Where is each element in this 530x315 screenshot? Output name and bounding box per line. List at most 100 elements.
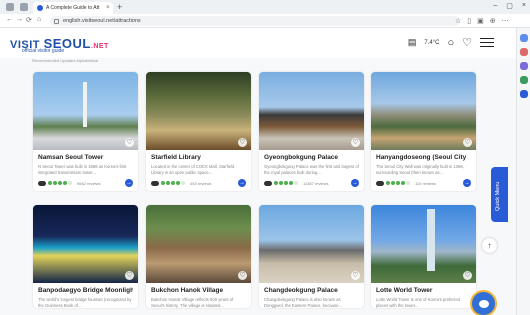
- favorite-heart-icon[interactable]: ♡: [238, 138, 247, 147]
- arrow-right-icon[interactable]: →: [351, 179, 359, 187]
- logo-net: .NET: [90, 43, 109, 50]
- attraction-title[interactable]: Bukchon Hanok Village: [151, 287, 246, 294]
- attraction-photo[interactable]: ♡: [33, 72, 138, 150]
- rating-bubble: [53, 181, 57, 185]
- heart-icon[interactable]: ♡: [462, 36, 472, 49]
- rating-bubble: [58, 181, 62, 185]
- favorite-heart-icon[interactable]: ♡: [463, 138, 472, 147]
- menu-icon[interactable]: [480, 38, 494, 47]
- quick-menu-label: Quick Menu: [495, 181, 501, 211]
- tools-sidebar-icon[interactable]: [519, 62, 528, 70]
- rating-bubble: [181, 181, 185, 185]
- scroll-to-top-button[interactable]: ↑: [482, 238, 497, 253]
- favorite-heart-icon[interactable]: ♡: [351, 271, 360, 280]
- browser-toolbar: ☆ ▯ ▣ ⊕ ⋯: [455, 17, 509, 25]
- attraction-title[interactable]: Namsan Seoul Tower: [38, 154, 133, 161]
- quick-menu-button[interactable]: Quick Menu: [491, 167, 508, 222]
- rating-bubble: [289, 181, 293, 185]
- sort-filter-bar[interactable]: Recommended Updated Alphabetical: [32, 58, 482, 64]
- attraction-photo[interactable]: ♡: [259, 72, 364, 150]
- attraction-description: Located in the center of COEX Mall, Star…: [151, 164, 235, 175]
- home-button[interactable]: ⌂: [37, 16, 41, 23]
- attraction-photo[interactable]: ♡: [146, 72, 251, 150]
- attraction-photo[interactable]: ♡: [259, 205, 364, 283]
- rating-bubble: [294, 181, 298, 185]
- minimize-button[interactable]: –: [493, 2, 497, 10]
- shopping-sidebar-icon[interactable]: [519, 48, 528, 56]
- rating-bubble: [48, 181, 52, 185]
- attraction-description: The world's longest bridge fountain (rec…: [38, 297, 132, 308]
- favorite-heart-icon[interactable]: ♡: [351, 138, 360, 147]
- calendar-sidebar-icon[interactable]: [519, 76, 528, 84]
- favorite-heart-icon[interactable]: ♡: [238, 271, 247, 280]
- tab-title: A Complete Guide to Att: [46, 5, 100, 11]
- review-count: 9662 reviews: [77, 180, 101, 186]
- browser-tab[interactable]: A Complete Guide to Att ×: [33, 2, 113, 14]
- extensions-icon[interactable]: ⊕: [490, 17, 496, 25]
- arrow-right-icon[interactable]: →: [125, 179, 133, 187]
- attraction-title[interactable]: Starfield Library: [151, 154, 246, 161]
- browser-sidebar: [516, 28, 530, 315]
- attraction-photo[interactable]: ♡: [371, 205, 476, 283]
- favorite-heart-icon[interactable]: ♡: [125, 271, 134, 280]
- attraction-card[interactable]: ♡ Gyeongbokgung Palace Gyeongbokgung Palac…: [259, 72, 364, 191]
- close-window-button[interactable]: ×: [522, 2, 526, 10]
- attraction-photo[interactable]: ♡: [371, 72, 476, 150]
- forward-button[interactable]: →: [16, 16, 23, 23]
- rating-bubble: [171, 181, 175, 185]
- profile-icon[interactable]: [6, 3, 14, 11]
- search-icon[interactable]: ○: [447, 37, 454, 49]
- lock-icon: [54, 18, 59, 24]
- collections-icon[interactable]: ▣: [477, 17, 484, 25]
- favorite-star-icon[interactable]: ☆: [455, 17, 461, 25]
- rating-bubble: [161, 181, 165, 185]
- favorite-heart-icon[interactable]: ♡: [463, 271, 472, 280]
- attraction-description: Bukchon Hanok Village reflects 600 years…: [151, 297, 234, 308]
- arrow-right-icon[interactable]: →: [463, 179, 471, 187]
- refresh-button[interactable]: ⟳: [26, 16, 32, 24]
- arrow-right-icon[interactable]: →: [238, 179, 246, 187]
- rating-bubble: [406, 181, 410, 185]
- more-icon[interactable]: ⋯: [502, 17, 509, 25]
- rating-bubble: [396, 181, 400, 185]
- attraction-card[interactable]: ♡ Namsan Seoul Tower N Seoul Tower was bui…: [33, 72, 138, 191]
- site-header: VISIT SEOUL.NET official visitor guide ▤…: [0, 28, 516, 58]
- search-sidebar-icon[interactable]: [519, 34, 528, 42]
- site-favicon-icon: [37, 5, 43, 11]
- rating-row: 11387 reviews →: [264, 179, 359, 187]
- url-input[interactable]: english.visitseoul.net/attractions: [50, 16, 460, 26]
- attraction-title[interactable]: Banpodaegyo Bridge Moonligh: [38, 287, 133, 294]
- workspaces-icon[interactable]: [20, 3, 28, 11]
- url-text: english.visitseoul.net/attractions: [63, 18, 141, 24]
- attraction-photo[interactable]: ♡: [33, 205, 138, 283]
- attraction-card[interactable]: ♡ Starfield Library Located in the center …: [146, 72, 251, 191]
- back-button[interactable]: ←: [6, 16, 13, 23]
- attraction-card[interactable]: ♡ Bukchon Hanok Village Bukchon Hanok Vill…: [146, 205, 251, 308]
- tripadvisor-icon: [38, 180, 46, 186]
- visitseoul-page: VISIT SEOUL.NET official visitor guide ▤…: [0, 28, 516, 315]
- maximize-button[interactable]: ▢: [506, 2, 513, 10]
- rating-bubble: [391, 181, 395, 185]
- news-icon[interactable]: ▤: [408, 37, 417, 48]
- rating-bubble: [176, 181, 180, 185]
- attraction-title[interactable]: Changdeokgung Palace: [264, 287, 359, 294]
- attraction-description: The Seoul City Wall was originally built…: [376, 164, 464, 175]
- favorite-heart-icon[interactable]: ♡: [125, 138, 134, 147]
- attraction-card[interactable]: ♡ Banpodaegyo Bridge Moonligh The world's …: [33, 205, 138, 308]
- attraction-card[interactable]: ♡ Changdeokgung Palace Changdeokgung Palac…: [259, 205, 364, 308]
- split-screen-icon[interactable]: ▯: [467, 17, 471, 25]
- attraction-card[interactable]: ♡ Hanyangdoseong (Seoul City The Seoul Cit…: [371, 72, 476, 191]
- new-tab-button[interactable]: +: [117, 2, 122, 12]
- tab-close-icon[interactable]: ×: [106, 5, 110, 11]
- outlook-sidebar-icon[interactable]: [519, 90, 528, 98]
- attraction-title[interactable]: Hanyangdoseong (Seoul City: [376, 154, 471, 161]
- logo-subtitle: official visitor guide: [22, 48, 65, 54]
- tripadvisor-icon: [264, 180, 272, 186]
- rating-bubble: [166, 181, 170, 185]
- attraction-photo[interactable]: ♡: [146, 205, 251, 283]
- attraction-card[interactable]: ♡ Lotte World Tower Lotte World Tower is o…: [371, 205, 476, 308]
- chatbot-mascot-icon[interactable]: [470, 290, 497, 315]
- attraction-title[interactable]: Lotte World Tower: [376, 287, 471, 294]
- attraction-title[interactable]: Gyeongbokgung Palace: [264, 154, 359, 161]
- address-bar-row: ← → ⟳ ⌂ english.visitseoul.net/attractio…: [0, 14, 530, 28]
